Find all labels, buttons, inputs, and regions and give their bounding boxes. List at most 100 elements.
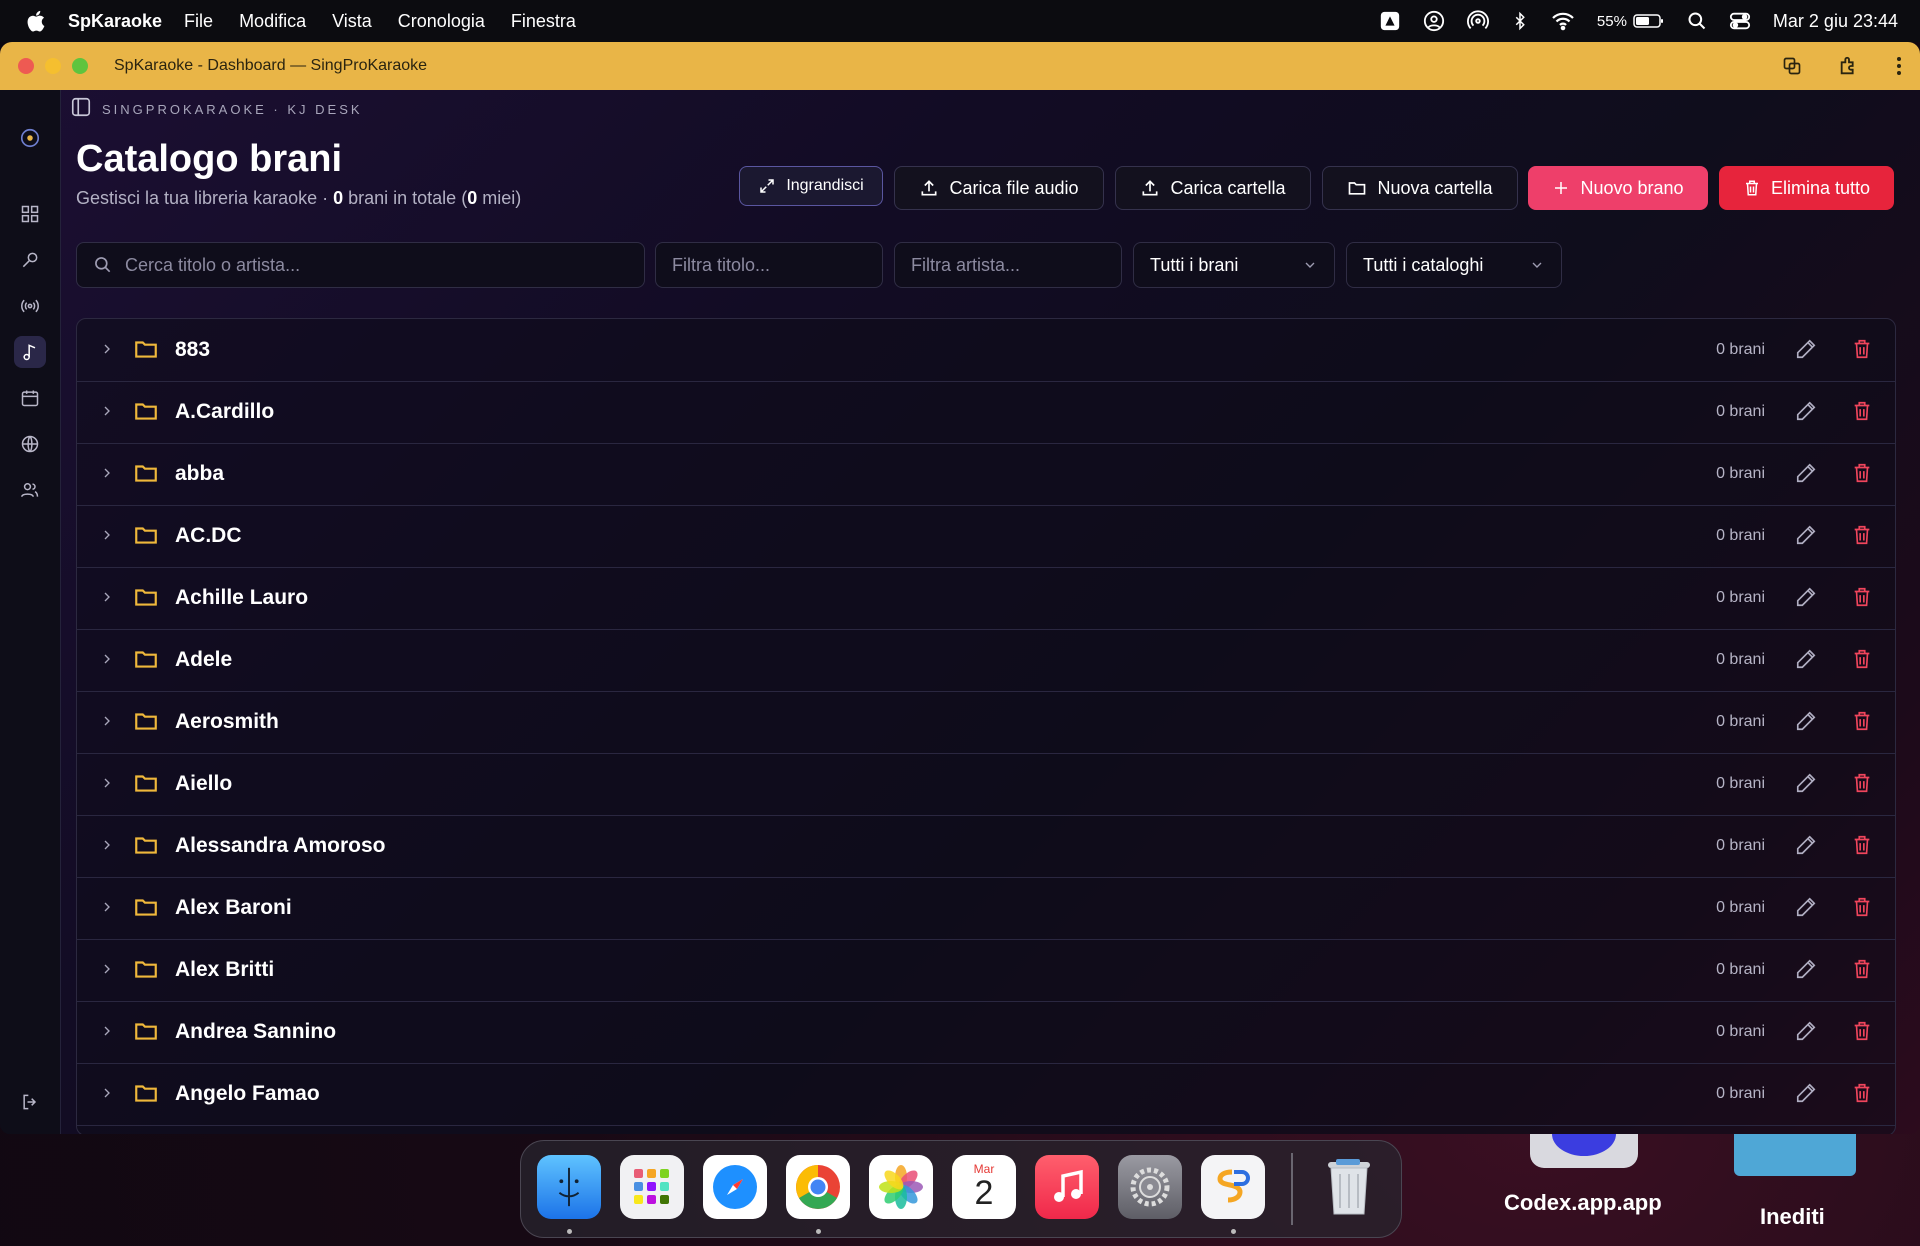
title-filter-input[interactable]: Filtra titolo... bbox=[655, 242, 883, 288]
chevron-right-icon[interactable] bbox=[99, 589, 115, 610]
trash-app-icon[interactable] bbox=[1317, 1155, 1381, 1219]
music-note-icon[interactable] bbox=[14, 336, 46, 368]
menu-finestra[interactable]: Finestra bbox=[511, 11, 576, 32]
expand-button[interactable]: Ingrandisci bbox=[739, 166, 883, 206]
edit-pencil-icon[interactable] bbox=[1795, 1082, 1817, 1109]
safari-app-icon[interactable] bbox=[703, 1155, 767, 1219]
search-input[interactable]: Cerca titolo o artista... bbox=[76, 242, 645, 288]
chevron-right-icon[interactable] bbox=[99, 651, 115, 672]
folder-row[interactable]: Adele 0 brani bbox=[77, 629, 1895, 692]
edit-pencil-icon[interactable] bbox=[1795, 772, 1817, 799]
upload-audio-button[interactable]: Carica file audio bbox=[894, 166, 1104, 210]
bluetooth-icon[interactable] bbox=[1511, 10, 1529, 32]
edit-pencil-icon[interactable] bbox=[1795, 524, 1817, 551]
microphone-icon[interactable] bbox=[14, 244, 46, 276]
chevron-right-icon[interactable] bbox=[99, 403, 115, 424]
drive-icon[interactable] bbox=[1379, 10, 1401, 32]
close-window-button[interactable] bbox=[18, 58, 34, 74]
edit-pencil-icon[interactable] bbox=[1795, 648, 1817, 675]
edit-pencil-icon[interactable] bbox=[1795, 338, 1817, 365]
codex-desktop-label[interactable]: Codex.app.app bbox=[1504, 1190, 1662, 1216]
inediti-folder-desktop-icon[interactable] bbox=[1734, 1134, 1856, 1176]
delete-trash-icon[interactable] bbox=[1851, 772, 1873, 799]
menu-modifica[interactable]: Modifica bbox=[239, 11, 306, 32]
menu-vista[interactable]: Vista bbox=[332, 11, 372, 32]
folder-row[interactable]: 883 0 brani bbox=[77, 319, 1895, 382]
codex-app-desktop-icon[interactable] bbox=[1530, 1134, 1638, 1168]
logout-icon[interactable] bbox=[14, 1086, 46, 1118]
globe-icon[interactable] bbox=[14, 428, 46, 460]
folder-row[interactable]: Alex Britti 0 brani bbox=[77, 939, 1895, 1002]
folder-row[interactable]: Achille Lauro 0 brani bbox=[77, 567, 1895, 630]
delete-trash-icon[interactable] bbox=[1851, 896, 1873, 923]
finder-app-icon[interactable] bbox=[537, 1155, 601, 1219]
sidebar-toggle-icon[interactable] bbox=[70, 96, 92, 123]
folder-row[interactable]: AC.DC 0 brani bbox=[77, 505, 1895, 568]
folder-row[interactable]: A.Cardillo 0 brani bbox=[77, 381, 1895, 444]
delete-trash-icon[interactable] bbox=[1851, 1082, 1873, 1109]
edit-pencil-icon[interactable] bbox=[1795, 462, 1817, 489]
inediti-desktop-label[interactable]: Inediti bbox=[1760, 1204, 1825, 1230]
delete-trash-icon[interactable] bbox=[1851, 648, 1873, 675]
delete-trash-icon[interactable] bbox=[1851, 586, 1873, 613]
spkaraoke-app-icon[interactable] bbox=[1201, 1155, 1265, 1219]
airdrop-icon[interactable] bbox=[1466, 10, 1489, 32]
edit-pencil-icon[interactable] bbox=[1795, 896, 1817, 923]
new-song-button[interactable]: Nuovo brano bbox=[1528, 166, 1708, 210]
wifi-icon[interactable] bbox=[1551, 11, 1575, 31]
window-titlebar[interactable]: SpKaraoke - Dashboard — SingProKaraoke bbox=[0, 42, 1920, 90]
calendar-icon[interactable] bbox=[14, 382, 46, 414]
broadcast-icon[interactable] bbox=[14, 290, 46, 322]
chevron-right-icon[interactable] bbox=[99, 527, 115, 548]
chevron-right-icon[interactable] bbox=[99, 1023, 115, 1044]
zoom-window-button[interactable] bbox=[72, 58, 88, 74]
edit-pencil-icon[interactable] bbox=[1795, 400, 1817, 427]
delete-trash-icon[interactable] bbox=[1851, 958, 1873, 985]
photos-app-icon[interactable] bbox=[869, 1155, 933, 1219]
chevron-right-icon[interactable] bbox=[99, 713, 115, 734]
chevron-right-icon[interactable] bbox=[99, 961, 115, 982]
delete-trash-icon[interactable] bbox=[1851, 834, 1873, 861]
chevron-right-icon[interactable] bbox=[99, 1085, 115, 1106]
spotlight-search-icon[interactable] bbox=[1687, 11, 1707, 31]
delete-all-button[interactable]: Elimina tutto bbox=[1719, 166, 1894, 210]
control-center-icon[interactable] bbox=[1729, 11, 1751, 31]
chrome-app-icon[interactable] bbox=[786, 1155, 850, 1219]
launchpad-app-icon[interactable] bbox=[620, 1155, 684, 1219]
delete-trash-icon[interactable] bbox=[1851, 462, 1873, 489]
folder-row[interactable]: Andrea Sannino 0 brani bbox=[77, 1001, 1895, 1064]
system-settings-app-icon[interactable] bbox=[1118, 1155, 1182, 1219]
menu-app-name[interactable]: SpKaraoke bbox=[68, 11, 162, 32]
menu-cronologia[interactable]: Cronologia bbox=[398, 11, 485, 32]
edit-pencil-icon[interactable] bbox=[1795, 958, 1817, 985]
extensions-icon[interactable] bbox=[1838, 55, 1860, 77]
delete-trash-icon[interactable] bbox=[1851, 338, 1873, 365]
translate-icon[interactable] bbox=[1782, 56, 1802, 76]
user-icon[interactable] bbox=[1423, 10, 1445, 32]
chevron-right-icon[interactable] bbox=[99, 837, 115, 858]
edit-pencil-icon[interactable] bbox=[1795, 834, 1817, 861]
folder-row[interactable]: Alex Baroni 0 brani bbox=[77, 877, 1895, 940]
songs-filter-select[interactable]: Tutti i brani bbox=[1133, 242, 1335, 288]
app-logo-icon[interactable] bbox=[14, 122, 46, 154]
music-app-icon[interactable] bbox=[1035, 1155, 1099, 1219]
delete-trash-icon[interactable] bbox=[1851, 524, 1873, 551]
calendar-app-icon[interactable]: Mar 2 bbox=[952, 1155, 1016, 1219]
apple-icon[interactable] bbox=[24, 8, 50, 34]
folder-row[interactable]: Aerosmith 0 brani bbox=[77, 691, 1895, 754]
minimize-window-button[interactable] bbox=[45, 58, 61, 74]
folder-row[interactable]: Aiello 0 brani bbox=[77, 753, 1895, 816]
artist-filter-input[interactable]: Filtra artista... bbox=[894, 242, 1122, 288]
delete-trash-icon[interactable] bbox=[1851, 710, 1873, 737]
users-icon[interactable] bbox=[14, 474, 46, 506]
upload-folder-button[interactable]: Carica cartella bbox=[1115, 166, 1311, 210]
new-folder-button[interactable]: Nuova cartella bbox=[1322, 166, 1518, 210]
edit-pencil-icon[interactable] bbox=[1795, 1020, 1817, 1047]
chevron-right-icon[interactable] bbox=[99, 341, 115, 362]
folder-row[interactable]: Alessandra Amoroso 0 brani bbox=[77, 815, 1895, 878]
edit-pencil-icon[interactable] bbox=[1795, 710, 1817, 737]
dashboard-icon[interactable] bbox=[14, 198, 46, 230]
menu-file[interactable]: File bbox=[184, 11, 213, 32]
chevron-right-icon[interactable] bbox=[99, 899, 115, 920]
catalog-filter-select[interactable]: Tutti i cataloghi bbox=[1346, 242, 1562, 288]
